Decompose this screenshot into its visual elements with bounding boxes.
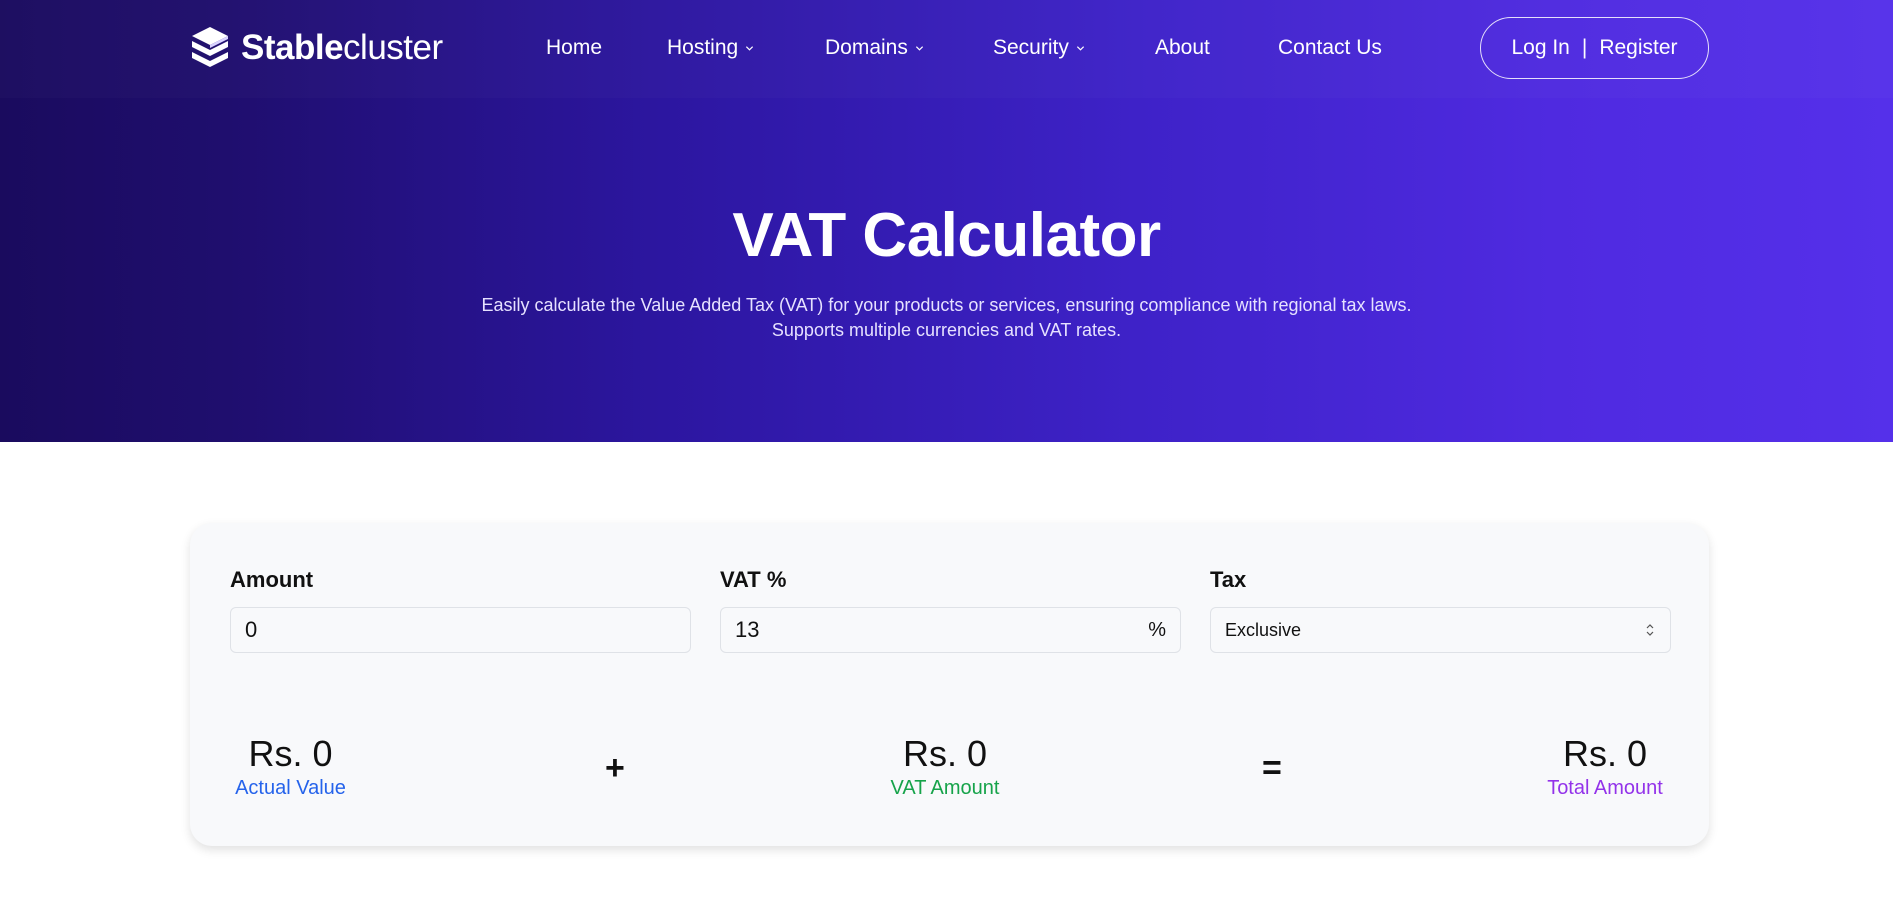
subtitle-line-2: Supports multiple currencies and VAT rat… [771, 320, 1122, 340]
tax-select-value: Exclusive [1225, 619, 1302, 640]
percent-suffix: % [1148, 618, 1166, 641]
plus-sign: + [605, 749, 625, 787]
tax-select[interactable]: Exclusive [1210, 607, 1671, 653]
amount-input[interactable] [245, 617, 676, 643]
select-updown-icon [1646, 624, 1654, 636]
actual-value-amount: Rs. 0 [248, 733, 333, 774]
nav-item-label: Home [546, 36, 603, 59]
vat-amount-value: Rs. 0 [902, 733, 988, 774]
register-link[interactable]: Register [1599, 36, 1677, 60]
nav-item-label: Hosting [667, 36, 739, 59]
tax-label: Tax [1210, 567, 1247, 592]
nav-item-label: About [1155, 36, 1210, 59]
stacked-cube-icon [192, 27, 228, 67]
nav-item-label: Security [993, 36, 1069, 59]
nav-item-domains[interactable]: Domains [825, 36, 924, 60]
brand-name-bold: Stable [241, 28, 344, 67]
brand-name-light: cluster [343, 28, 443, 67]
actual-value-result: Rs. 0 Actual Value [230, 733, 351, 800]
nav-item-about[interactable]: About [1155, 36, 1210, 60]
auth-button: Log In | Register [1480, 17, 1709, 79]
hero-section: Stablecluster Home Hosting Domains Secur… [0, 0, 1893, 442]
login-link[interactable]: Log In [1511, 36, 1569, 60]
nav-item-hosting[interactable]: Hosting [667, 36, 754, 60]
chevron-down-icon [1076, 45, 1084, 51]
page-title: VAT Calculator [732, 201, 1161, 270]
auth-separator: | [1581, 36, 1588, 59]
equals-sign: = [1262, 749, 1282, 787]
actual-value-label: Actual Value [235, 777, 346, 799]
chevron-down-icon [915, 45, 923, 51]
nav-item-label: Domains [825, 36, 908, 59]
total-amount-value: Rs. 0 [1562, 733, 1648, 774]
vat-percent-input[interactable] [735, 617, 1143, 643]
page-subtitle: Easily calculate the Value Added Tax (VA… [0, 293, 1893, 343]
chevron-down-icon [746, 45, 754, 51]
vat-amount-result: Rs. 0 VAT Amount [885, 733, 1005, 800]
vat-amount-label: VAT Amount [890, 777, 1000, 799]
total-amount-label: Total Amount [1547, 777, 1663, 799]
amount-field-wrapper [230, 607, 691, 653]
brand-logo[interactable]: Stablecluster [189, 24, 443, 72]
nav-item-contact[interactable]: Contact Us [1278, 36, 1382, 60]
vat-percent-field-wrapper: % [720, 607, 1181, 653]
vat-calculator-card: Amount VAT % % Tax Exclusive Rs. 0 Actua… [190, 523, 1709, 846]
nav-item-home[interactable]: Home [546, 36, 602, 60]
total-amount-result: Rs. 0 Total Amount [1541, 733, 1669, 800]
nav-item-security[interactable]: Security [993, 36, 1085, 60]
top-navbar: Stablecluster Home Hosting Domains Secur… [0, 0, 1893, 98]
vat-percent-label: VAT % [720, 567, 787, 592]
amount-label: Amount [230, 567, 314, 592]
subtitle-line-1: Easily calculate the Value Added Tax (VA… [481, 295, 1412, 315]
nav-item-label: Contact Us [1278, 36, 1382, 59]
